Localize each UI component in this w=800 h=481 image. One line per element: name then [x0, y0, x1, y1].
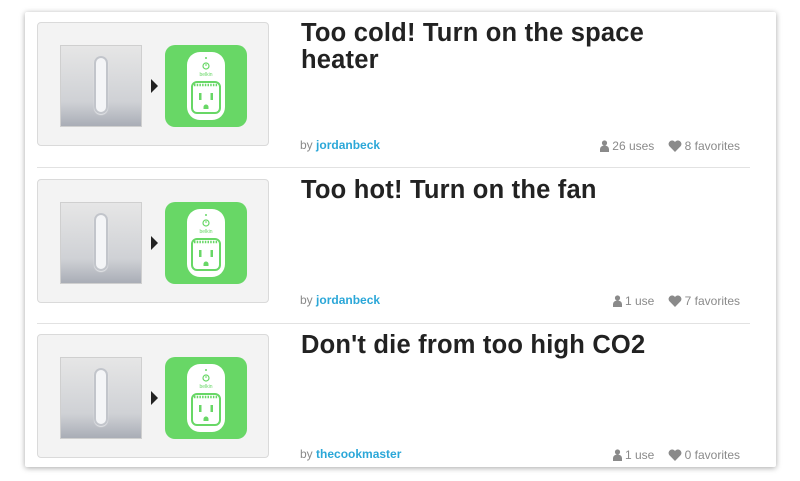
heart-icon[interactable]: [668, 449, 682, 461]
favorites-count: 0 favorites: [684, 447, 740, 462]
by-label: by: [300, 138, 313, 152]
smart-plug-icon: belkin: [165, 357, 247, 439]
recipe-list-card: belkin Too cold! Turn on the space heate…: [25, 12, 776, 467]
recipe-item[interactable]: belkin Too cold! Turn on the space heate…: [25, 12, 776, 166]
brand-text: belkin: [199, 229, 212, 235]
uses-count: 1 use: [624, 447, 655, 462]
recipe-byline: by thecookmaster: [300, 447, 401, 461]
user-icon: [612, 449, 622, 461]
recipe-thumbnail[interactable]: belkin: [37, 179, 269, 303]
author-link[interactable]: jordanbeck: [316, 293, 380, 307]
uses-count: 26 uses: [612, 138, 655, 153]
recipe-item[interactable]: belkin Too hot! Turn on the fan by jorda…: [25, 169, 776, 323]
heart-icon[interactable]: [668, 140, 682, 152]
recipe-thumbnail[interactable]: belkin: [37, 22, 269, 146]
recipe-thumbnail[interactable]: belkin: [37, 334, 269, 458]
smart-plug-icon: belkin: [165, 202, 247, 284]
arrow-right-icon: [151, 391, 158, 405]
divider: [37, 167, 750, 168]
user-icon: [612, 295, 622, 307]
recipe-title[interactable]: Too cold! Turn on the space heater: [301, 20, 721, 74]
favorites-count: 8 favorites: [684, 138, 740, 153]
wall-switch-icon: [60, 202, 142, 284]
by-label: by: [300, 447, 313, 461]
uses-count: 1 use: [624, 293, 655, 308]
brand-text: belkin: [199, 384, 212, 390]
recipe-item[interactable]: belkin Don't die from too high CO2 by th…: [25, 324, 776, 478]
favorites-stat[interactable]: 8 favorites: [668, 139, 740, 153]
author-link[interactable]: thecookmaster: [316, 447, 401, 461]
wall-switch-icon: [60, 357, 142, 439]
uses-stat: 26 uses: [600, 139, 654, 153]
recipe-stats: 1 use 0 favorites: [603, 447, 740, 462]
recipe-stats: 26 uses 8 favorites: [590, 138, 740, 153]
by-label: by: [300, 293, 313, 307]
wall-switch-icon: [60, 45, 142, 127]
favorites-count: 7 favorites: [684, 293, 740, 308]
brand-text: belkin: [199, 72, 212, 78]
favorites-stat[interactable]: 0 favorites: [668, 448, 740, 462]
recipe-stats: 1 use 7 favorites: [603, 293, 740, 308]
uses-stat: 1 use: [612, 293, 655, 308]
user-icon: [600, 140, 610, 152]
favorites-stat[interactable]: 7 favorites: [668, 294, 740, 308]
recipe-byline: by jordanbeck: [300, 138, 380, 152]
author-link[interactable]: jordanbeck: [316, 138, 380, 152]
recipe-title[interactable]: Too hot! Turn on the fan: [301, 177, 721, 204]
recipe-byline: by jordanbeck: [300, 293, 380, 307]
smart-plug-icon: belkin: [165, 45, 247, 127]
recipe-title[interactable]: Don't die from too high CO2: [301, 332, 721, 359]
uses-stat: 1 use: [612, 447, 655, 462]
heart-icon[interactable]: [668, 295, 682, 307]
arrow-right-icon: [151, 236, 158, 250]
arrow-right-icon: [151, 79, 158, 93]
